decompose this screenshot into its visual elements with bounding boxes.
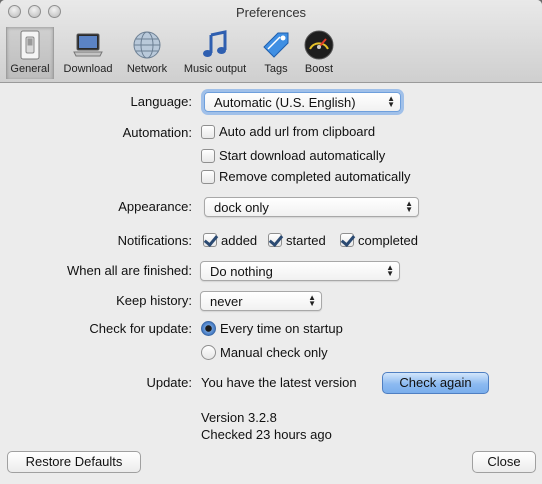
notify-added-label: added [221,233,258,248]
finished-label: When all are finished: [66,263,192,278]
remove-completed-label: Remove completed automatically [219,169,411,184]
finished-action-value: Do nothing [210,264,273,279]
automation-label: Automation: [122,125,192,140]
appearance-popup[interactable]: dock only ▲ ▼ [204,197,419,217]
preferences-window: Preferences General Download Network Mus… [0,0,542,484]
notify-started-checkbox[interactable] [268,233,282,247]
update-startup-label: Every time on startup [220,321,343,336]
history-popup[interactable]: never ▲ ▼ [200,291,322,311]
general-pane: Language: Automatic (U.S. English) ▲ ▼ Au… [0,84,542,484]
stepper-arrows-icon: ▲ ▼ [387,94,395,109]
toolbar: Preferences General Download Network Mus… [0,0,542,83]
toolbar-item-tags[interactable]: Tags [256,27,296,79]
update-startup-radio[interactable] [201,321,216,336]
finished-action-popup[interactable]: Do nothing ▲ ▼ [200,261,400,281]
toolbar-item-label: Music output [183,63,247,75]
toolbar-item-boost[interactable]: Boost [298,27,340,79]
update-manual-radio[interactable] [201,345,216,360]
stepper-arrows-icon: ▲ ▼ [386,263,394,278]
close-button[interactable]: Close [472,451,536,473]
laptop-icon [73,33,103,57]
auto-add-url-label: Auto add url from clipboard [219,124,376,139]
general-switch-icon [20,30,40,60]
toolbar-item-label: General [10,63,50,75]
speedometer-icon [304,30,334,60]
check-again-button[interactable]: Check again [382,372,489,394]
notify-started-label: started [286,233,326,248]
update-manual-label: Manual check only [220,345,328,360]
last-checked-text: Checked 23 hours ago [201,427,332,442]
language-popup[interactable]: Automatic (U.S. English) ▲ ▼ [204,92,401,112]
history-label: Keep history: [116,293,192,308]
toolbar-item-download[interactable]: Download [58,27,118,79]
toolbar-item-label: Tags [264,63,288,75]
remove-completed-checkbox[interactable] [201,170,215,184]
update-status: You have the latest version [201,375,357,390]
stepper-arrows-icon: ▲ ▼ [308,293,316,308]
appearance-label: Appearance: [118,199,192,214]
toolbar-item-label: Download [63,63,113,75]
toolbar-item-music-output[interactable]: Music output [176,27,254,79]
notifications-label: Notifications: [117,233,192,248]
toolbar-item-label: Network [126,63,168,75]
start-download-label: Start download automatically [219,148,386,163]
history-value: never [210,294,243,309]
restore-defaults-button[interactable]: Restore Defaults [7,451,141,473]
toolbar-item-network[interactable]: Network [122,27,172,79]
toolbar-item-label: Boost [304,63,334,75]
music-note-icon [203,30,227,57]
update-label: Update: [146,375,192,390]
update-check-label: Check for update: [89,321,192,336]
window-title: Preferences [235,5,307,20]
auto-add-url-checkbox[interactable] [201,125,215,139]
toolbar-item-general[interactable]: General [6,27,54,79]
stepper-arrows-icon: ▲ ▼ [405,199,413,214]
tag-icon [263,32,289,58]
language-value: Automatic (U.S. English) [214,95,356,110]
notify-added-checkbox[interactable] [203,233,217,247]
notify-completed-checkbox[interactable] [340,233,354,247]
language-label: Language: [130,94,192,109]
notify-completed-label: completed [358,233,418,248]
appearance-value: dock only [214,200,269,215]
start-download-checkbox[interactable] [201,149,215,163]
version-text: Version 3.2.8 [201,410,277,425]
globe-icon [133,31,161,59]
